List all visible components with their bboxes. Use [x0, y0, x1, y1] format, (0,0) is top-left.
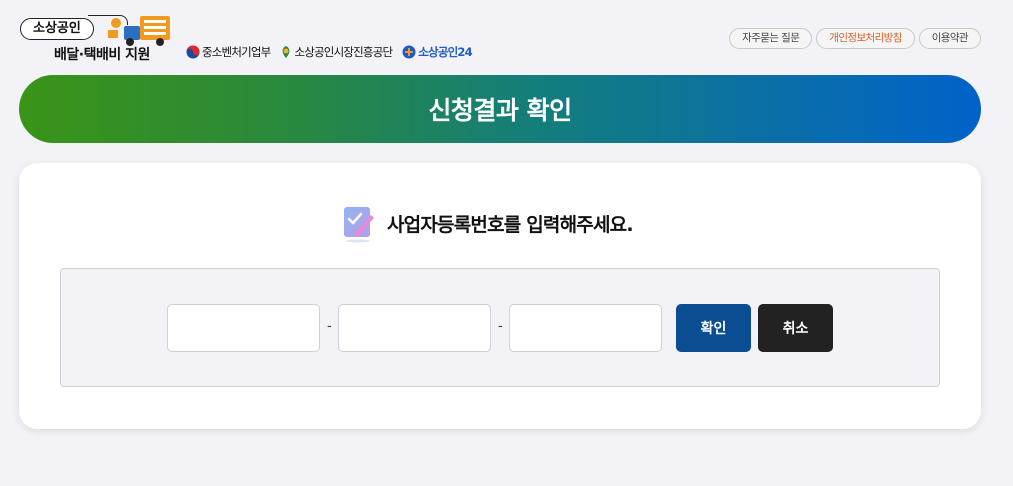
org-sbiz24-label: 소상공인24	[418, 45, 472, 59]
prompt-text: 사업자등록번호를 입력해주세요.	[387, 213, 634, 236]
logo-subtitle: 배달·택배비 지원	[54, 47, 150, 63]
page-title: 신청결과 확인	[428, 96, 572, 125]
confirm-button[interactable]: 확인	[676, 304, 751, 352]
business-number-part2-input[interactable]	[338, 304, 491, 352]
business-number-part1-input[interactable]	[167, 304, 320, 352]
terms-link[interactable]: 이용약관	[918, 28, 981, 49]
form-prompt: 사업자등록번호를 입력해주세요.	[341, 203, 634, 243]
site-logo[interactable]: 소상공인 배달·택배비 지원	[18, 12, 178, 64]
semas-emblem-icon	[283, 46, 290, 58]
business-number-part3-input[interactable]	[509, 304, 662, 352]
business-number-form: - - 확인 취소	[60, 268, 940, 387]
page-banner: 신청결과 확인	[19, 75, 981, 143]
org-semas[interactable]: 소상공인시장진흥공단	[280, 44, 393, 60]
separator-dash: -	[498, 319, 503, 334]
org-sbiz24[interactable]: 소상공인24	[402, 44, 473, 60]
lookup-card: 사업자등록번호를 입력해주세요. - - 확인 취소	[19, 163, 981, 429]
org-mss[interactable]: 중소벤처기업부	[186, 44, 271, 60]
faq-link[interactable]: 자주묻는 질문	[729, 28, 813, 49]
separator-dash: -	[327, 319, 332, 334]
cancel-button[interactable]: 취소	[758, 304, 833, 352]
checklist-pencil-icon	[344, 207, 374, 243]
delivery-truck-icon	[108, 16, 170, 46]
sbiz24-logo-icon	[402, 45, 416, 59]
org-semas-label: 소상공인시장진흥공단	[294, 45, 393, 59]
org-mss-label: 중소벤처기업부	[202, 45, 271, 59]
logo-badge: 소상공인	[20, 18, 94, 40]
top-links: 자주묻는 질문 개인정보처리방침 이용약관	[729, 28, 981, 49]
privacy-policy-link[interactable]: 개인정보처리방침	[816, 28, 915, 49]
taegeuk-icon	[186, 45, 200, 59]
org-logos: 중소벤처기업부 소상공인시장진흥공단 소상공인24	[186, 44, 473, 60]
